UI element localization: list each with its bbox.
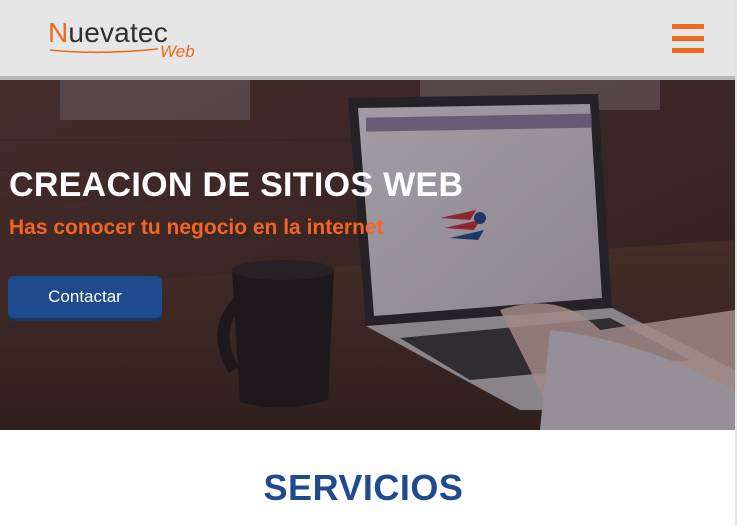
services-section-title: SERVICIOS (263, 467, 464, 508)
contact-button[interactable]: Contactar (8, 276, 162, 318)
logo-subtitle: Web (160, 42, 195, 61)
hamburger-menu-icon[interactable] (672, 22, 706, 56)
hero-title: CREACION DE SITIOS WEB (9, 166, 464, 204)
hero-banner: CREACION DE SITIOS WEB Has conocer tu ne… (0, 80, 735, 430)
site-header: Nuevatec Web (0, 0, 737, 80)
hero-overlay (0, 80, 735, 430)
logo[interactable]: Nuevatec Web (48, 16, 208, 64)
hero-subtitle: Has conocer tu negocio en la internet (9, 216, 384, 239)
